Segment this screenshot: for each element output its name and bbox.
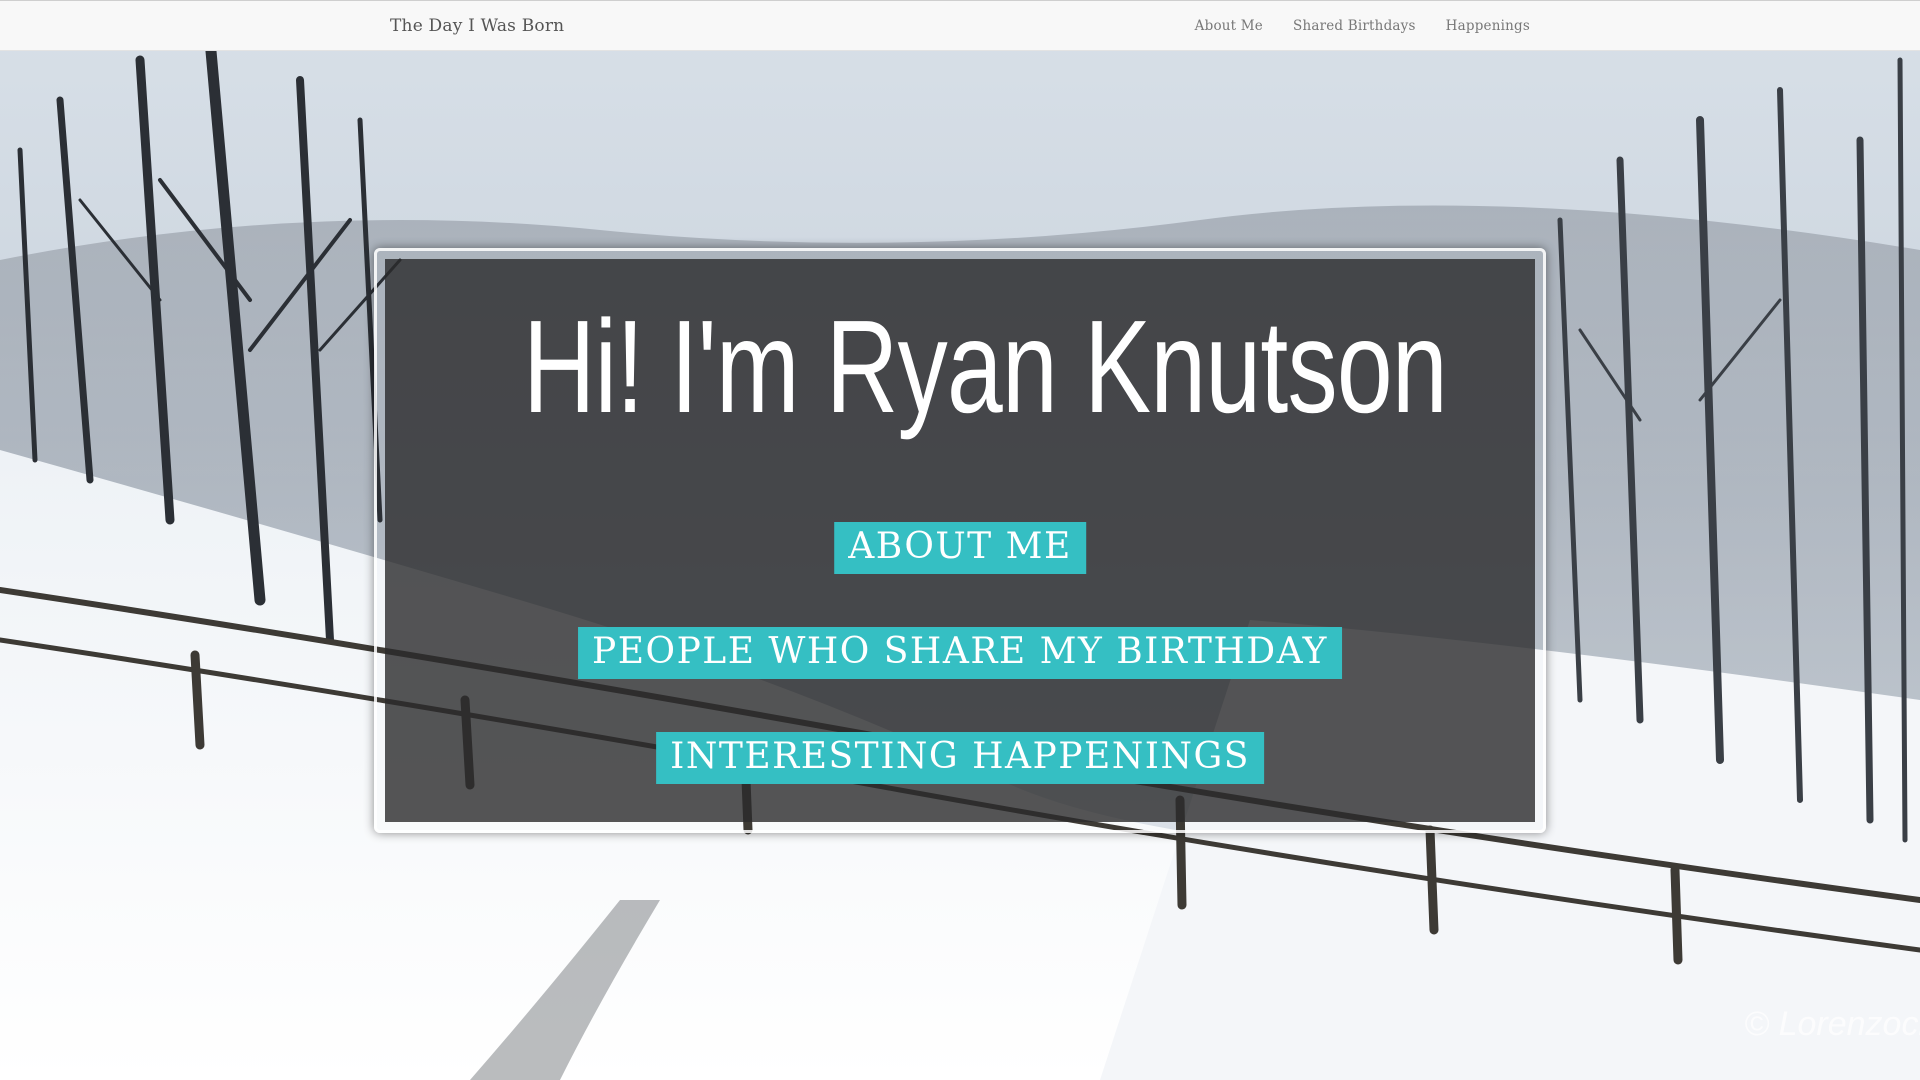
hero-panel: Hi! I'm Ryan Knutson About Me People Who… <box>385 259 1535 822</box>
photo-watermark: © Lorenzocl <box>1744 1005 1920 1043</box>
top-navbar: The Day I Was Born About Me Shared Birth… <box>0 0 1920 51</box>
shared-birthday-button[interactable]: People Who Share My Birthday <box>578 627 1342 679</box>
nav-links: About Me Shared Birthdays Happenings <box>1195 1 1530 51</box>
about-me-button[interactable]: About Me <box>834 522 1086 574</box>
nav-link-happenings[interactable]: Happenings <box>1446 18 1530 34</box>
hero-title: Hi! I'm Ryan Knutson <box>523 293 1448 440</box>
interesting-happenings-button[interactable]: Interesting Happenings <box>656 732 1264 784</box>
nav-link-shared-birthdays[interactable]: Shared Birthdays <box>1293 18 1416 34</box>
nav-link-about-me[interactable]: About Me <box>1195 18 1263 34</box>
brand-link[interactable]: The Day I Was Born <box>390 16 564 36</box>
